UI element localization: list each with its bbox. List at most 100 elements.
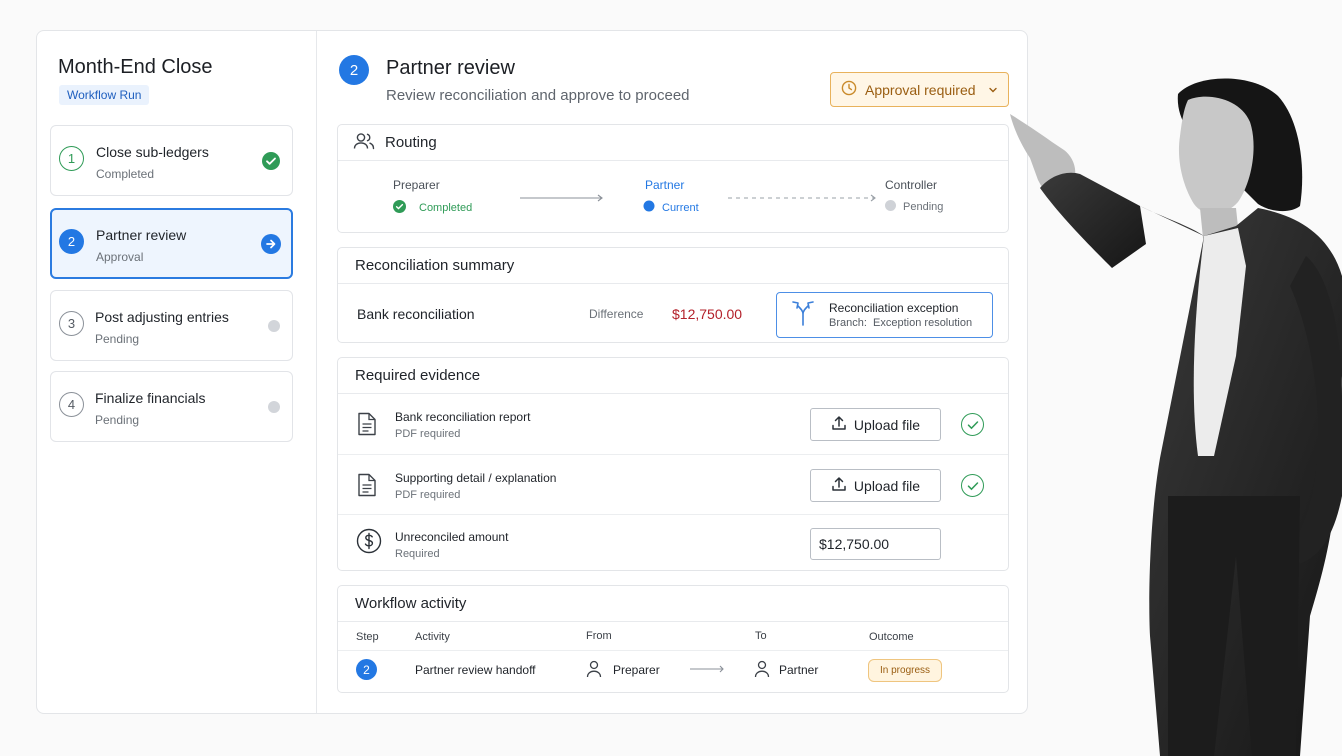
column-header-activity: Activity	[415, 631, 450, 643]
workflow-sidebar: Month-End Close Workflow Run 1 Close sub…	[37, 31, 317, 713]
evidence-requirement: PDF required	[395, 489, 461, 501]
required-evidence-card: Required evidence Bank reconciliation re…	[337, 357, 1009, 571]
upload-file-label: Upload file	[853, 416, 921, 433]
column-header-step: Step	[356, 631, 379, 643]
activity-step-number: 2	[356, 659, 377, 680]
route-node-state: Pending	[903, 201, 944, 213]
step-detail-panel: 2 Partner review Review reconciliation a…	[317, 31, 1029, 713]
route-node-controller: Controller Pending	[885, 178, 943, 214]
evidence-name: Supporting detail / explanation	[395, 471, 557, 485]
upload-file-button[interactable]: Upload file	[810, 408, 941, 441]
step-card-close-sub-ledgers[interactable]: 1 Close sub-ledgers Completed	[50, 125, 293, 196]
reconciliation-item: Bank reconciliation	[357, 306, 475, 322]
approval-required-dropdown[interactable]: Approval required	[830, 72, 1009, 107]
document-icon	[357, 473, 377, 502]
step-name: Partner review	[96, 227, 187, 243]
evidence-requirement: Required	[395, 548, 440, 560]
difference-label: Difference	[589, 307, 644, 321]
status-badge: In progress	[868, 659, 943, 682]
check-icon	[961, 474, 984, 497]
upload-file-button[interactable]: Upload file	[810, 469, 941, 502]
page-title: Partner review	[386, 57, 515, 79]
dollar-circle-icon	[356, 528, 382, 559]
current-step-number: 2	[339, 55, 369, 85]
step-card-post-adjusting-entries[interactable]: 3 Post adjusting entries Pending	[50, 290, 293, 361]
step-number: 1	[59, 146, 84, 171]
branch-split-icon	[789, 299, 817, 332]
step-name: Finalize financials	[95, 390, 206, 406]
upload-icon	[831, 415, 847, 434]
arrow-right-circle-icon	[261, 234, 281, 259]
presenter-photo	[1010, 78, 1342, 756]
reconciliation-summary-title: Reconciliation summary	[338, 248, 1008, 284]
evidence-row: Bank reconciliation report PDF required …	[338, 394, 1008, 454]
reconciliation-exception-link[interactable]: Reconciliation exception Branch: Excepti…	[776, 292, 993, 338]
routing-header: Routing	[338, 125, 1008, 161]
check-icon	[961, 413, 984, 436]
arrow-right-icon	[690, 665, 724, 673]
step-number: 4	[59, 392, 84, 417]
check-circle-icon	[262, 152, 280, 175]
route-node-partner: Partner Current	[643, 178, 699, 215]
route-arrow-dashed	[728, 194, 876, 202]
document-icon	[357, 412, 377, 441]
evidence-name: Unreconciled amount	[395, 530, 509, 544]
column-header-outcome: Outcome	[869, 631, 914, 643]
pending-dot-icon	[268, 320, 280, 332]
exception-branch-label: Branch:	[829, 317, 867, 329]
user-icon	[586, 660, 602, 683]
reconciliation-row: Bank reconciliation Difference $12,750.0…	[338, 284, 1008, 342]
activity-from: Preparer	[613, 663, 660, 677]
step-status: Pending	[95, 332, 140, 346]
step-name: Close sub-ledgers	[96, 144, 209, 160]
step-number: 2	[59, 229, 84, 254]
activity-name: Partner review handoff	[415, 663, 536, 677]
evidence-requirement: PDF required	[395, 428, 461, 440]
step-card-finalize-financials[interactable]: 4 Finalize financials Pending	[50, 371, 293, 442]
route-node-label: Controller	[885, 178, 938, 192]
upload-file-label: Upload file	[853, 477, 921, 494]
users-icon	[353, 132, 375, 154]
upload-icon	[831, 476, 847, 495]
current-dot-icon	[643, 200, 655, 215]
evidence-row: Supporting detail / explanation PDF requ…	[338, 454, 1008, 514]
clock-icon	[841, 80, 857, 99]
step-card-partner-review[interactable]: 2 Partner review Approval	[50, 208, 293, 279]
route-node-state: Completed	[419, 202, 473, 214]
exception-title: Reconciliation exception	[829, 301, 959, 315]
step-status: Pending	[95, 413, 140, 427]
page-subtitle: Review reconciliation and approve to pro…	[386, 87, 690, 104]
pending-dot-icon	[885, 200, 896, 214]
column-header-from: From	[586, 630, 612, 642]
workflow-activity-card: Workflow activity Step Activity From To …	[337, 585, 1009, 693]
approval-label: Approval required	[865, 81, 976, 98]
step-number: 3	[59, 311, 84, 336]
required-evidence-title: Required evidence	[338, 358, 1008, 394]
evidence-name: Bank reconciliation report	[395, 410, 531, 424]
route-node-state: Current	[662, 201, 699, 214]
chevron-down-icon	[988, 82, 998, 98]
workflow-run-badge: Workflow Run	[59, 85, 150, 105]
evidence-row: Unreconciled amount Required	[338, 514, 1008, 572]
exception-branch-value: Exception resolution	[873, 317, 973, 329]
step-status: Completed	[96, 167, 155, 181]
pending-dot-icon	[268, 401, 280, 413]
column-header-to: To	[755, 630, 767, 642]
routing-title: Routing	[385, 134, 437, 151]
difference-value: $12,750.00	[672, 306, 743, 322]
app-window: Month-End Close Workflow Run 1 Close sub…	[36, 30, 1028, 714]
reconciliation-summary-card: Reconciliation summary Bank reconciliati…	[337, 247, 1009, 343]
route-arrow-solid	[520, 194, 603, 202]
unreconciled-amount-input[interactable]	[810, 528, 941, 560]
check-circle-icon	[393, 200, 406, 216]
routing-card: Routing Preparer Completed Partner Curre…	[337, 124, 1009, 233]
workflow-title: Month-End Close	[58, 56, 213, 78]
route-node-label: Partner	[645, 178, 685, 192]
route-node-preparer: Preparer Completed	[393, 178, 472, 216]
step-name: Post adjusting entries	[95, 309, 229, 325]
user-icon	[754, 660, 770, 683]
step-status: Approval	[96, 250, 144, 264]
activity-to: Partner	[779, 663, 819, 677]
route-node-label: Preparer	[393, 178, 440, 192]
workflow-activity-title: Workflow activity	[338, 586, 1008, 622]
